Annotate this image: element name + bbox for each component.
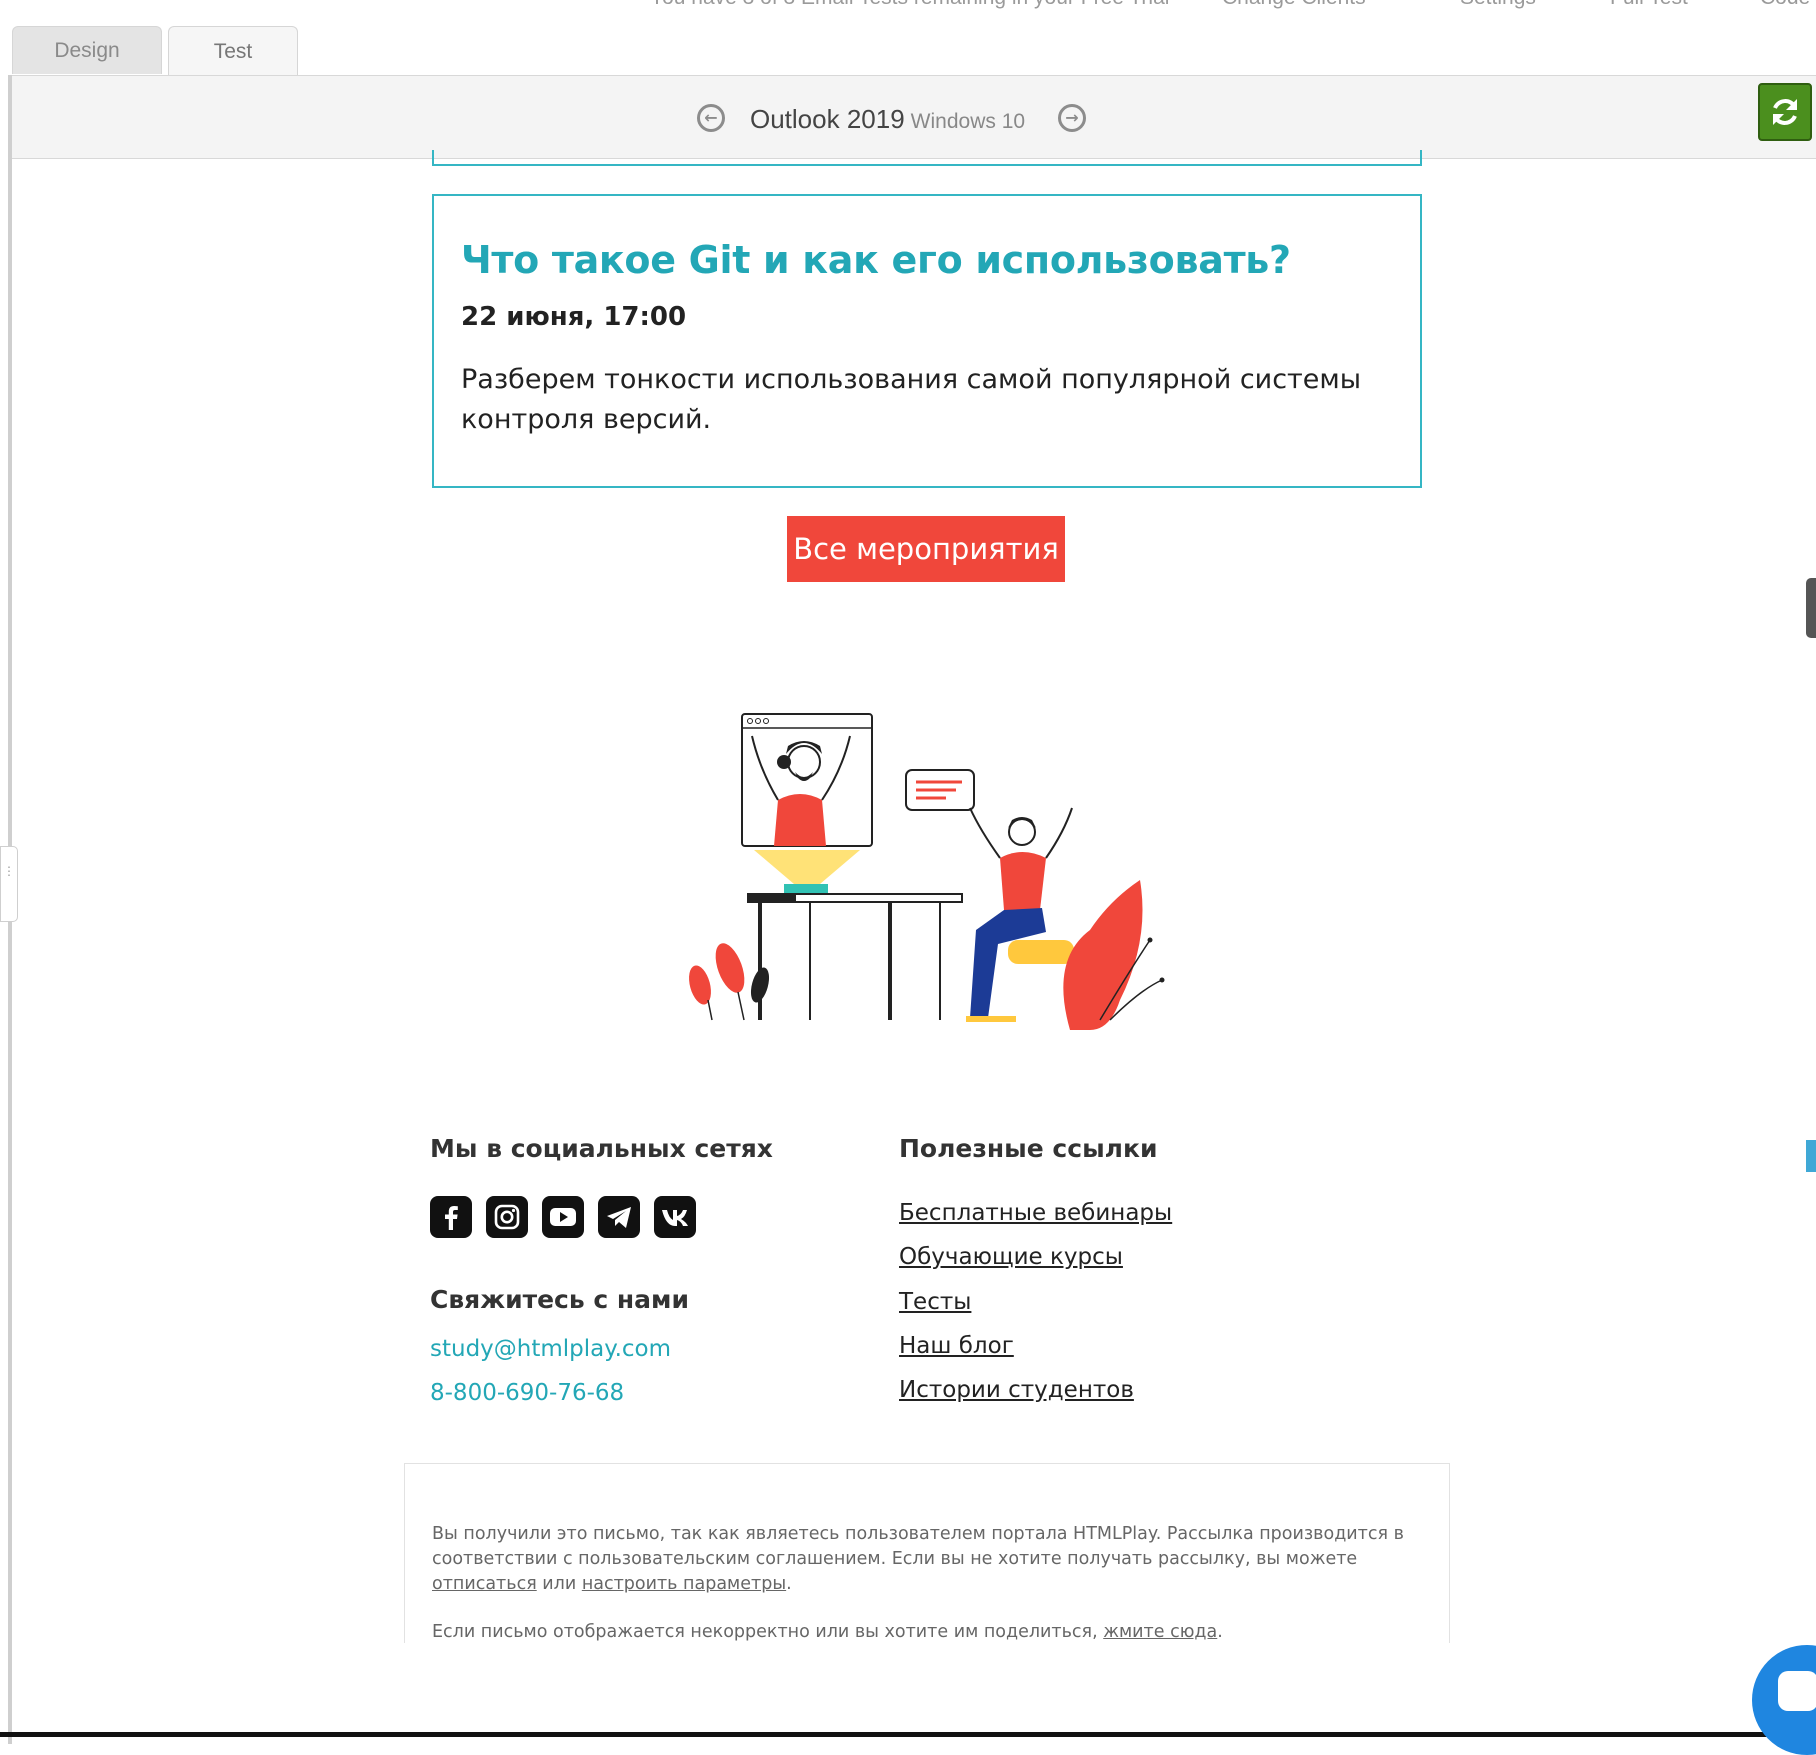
code-link[interactable]: Code — [1760, 0, 1810, 10]
previous-event-card — [432, 150, 1422, 166]
links-heading: Полезные ссылки — [899, 1134, 1158, 1163]
tab-test-label: Test — [213, 39, 253, 63]
link-tests[interactable]: Тесты — [899, 1289, 971, 1315]
legal-period-2: . — [1217, 1622, 1223, 1642]
resize-handle[interactable]: ⋮ — [0, 846, 18, 922]
social-icons — [430, 1196, 696, 1238]
configure-link[interactable]: настроить параметры — [582, 1574, 786, 1594]
facebook-icon[interactable] — [430, 1196, 472, 1238]
client-os: Windows 10 — [910, 110, 1026, 133]
client-label: Outlook 2019 Windows 10 — [750, 104, 1025, 140]
legal-paragraph-2: Если письмо отображается некорректно или… — [432, 1620, 1423, 1645]
event-date: 22 июня, 17:00 — [461, 302, 687, 332]
link-blog[interactable]: Наш блог — [899, 1333, 1014, 1359]
contact-phone-link[interactable]: 8-800-690-76-68 — [430, 1380, 624, 1406]
legal-paragraph-1: Вы получили это письмо, так как являетес… — [432, 1522, 1423, 1597]
settings-link[interactable]: Settings — [1460, 0, 1536, 10]
top-status-bar: You have 3 of 3 Email Tests remaining in… — [0, 0, 1816, 9]
legal-or: или — [542, 1574, 577, 1594]
webinar-illustration — [689, 713, 1165, 1030]
unsubscribe-link[interactable]: отписаться — [432, 1574, 537, 1594]
instagram-icon[interactable] — [486, 1196, 528, 1238]
scrollbar-thumb[interactable] — [1806, 578, 1816, 638]
vk-icon[interactable] — [654, 1196, 696, 1238]
all-events-button[interactable]: Все мероприятия — [787, 516, 1065, 582]
legal-period-1: . — [786, 1574, 792, 1594]
legal-text-2: Если письмо отображается некорректно или… — [432, 1622, 1098, 1642]
tab-design[interactable]: Design — [12, 26, 162, 74]
social-heading: Мы в социальных сетях — [430, 1134, 773, 1163]
link-free-webinars[interactable]: Бесплатные вебинары — [899, 1200, 1172, 1226]
contact-heading: Свяжитесь с нами — [430, 1285, 690, 1314]
scrollbar-marker — [1806, 1140, 1816, 1172]
telegram-icon[interactable] — [598, 1196, 640, 1238]
change-clients-link[interactable]: Change Clients — [1222, 0, 1366, 10]
chat-widget-button[interactable] — [1752, 1645, 1816, 1755]
full-test-link[interactable]: Full Test — [1610, 0, 1688, 10]
event-title: Что такое Git и как его использовать? — [461, 238, 1291, 282]
event-card: Что такое Git и как его использовать? 22… — [432, 194, 1422, 488]
tab-test[interactable]: Test — [168, 26, 298, 76]
refresh-button[interactable] — [1758, 83, 1812, 141]
bottom-border — [0, 1732, 1816, 1737]
link-student-stories[interactable]: Истории студентов — [899, 1377, 1134, 1403]
refresh-icon — [1773, 99, 1797, 125]
tab-design-label: Design — [54, 38, 120, 62]
legal-notice: Вы получили это письмо, так как являетес… — [404, 1463, 1450, 1643]
legal-text-1: Вы получили это письмо, так как являетес… — [432, 1524, 1404, 1569]
chat-icon — [1778, 1671, 1816, 1711]
link-courses[interactable]: Обучающие курсы — [899, 1244, 1123, 1270]
arrow-right-circle-icon[interactable]: → — [1058, 104, 1086, 132]
click-here-link[interactable]: жмите сюда — [1103, 1622, 1217, 1642]
youtube-icon[interactable] — [542, 1196, 584, 1238]
event-description: Разберем тонкости использования самой по… — [461, 364, 1362, 435]
trial-notice: You have 3 of 3 Email Tests remaining in… — [650, 0, 1169, 10]
client-name: Outlook 2019 — [750, 104, 905, 134]
contact-email-link[interactable]: study@htmlplay.com — [430, 1336, 671, 1362]
arrow-left-circle-icon[interactable]: ← — [697, 104, 725, 132]
